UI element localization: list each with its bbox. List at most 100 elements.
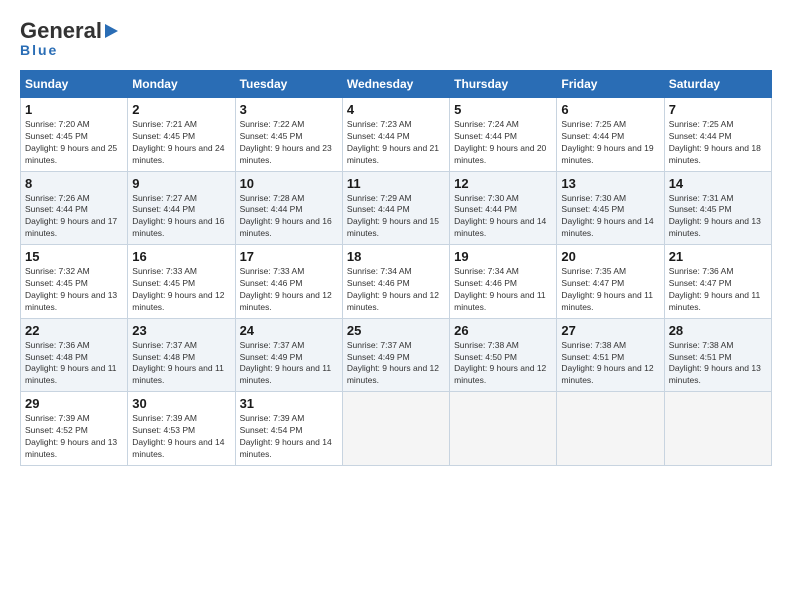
sunset-label: Sunset: 4:48 PM <box>132 352 195 362</box>
day-info: Sunrise: 7:36 AM Sunset: 4:47 PM Dayligh… <box>669 266 767 314</box>
day-number: 24 <box>240 323 338 338</box>
sunset-label: Sunset: 4:44 PM <box>454 204 517 214</box>
day-number: 18 <box>347 249 445 264</box>
daylight-label: Daylight: 9 hours and 13 minutes. <box>25 437 117 459</box>
sunrise-label: Sunrise: 7:33 AM <box>240 266 305 276</box>
day-info: Sunrise: 7:22 AM Sunset: 4:45 PM Dayligh… <box>240 119 338 167</box>
sunrise-label: Sunrise: 7:20 AM <box>25 119 90 129</box>
sunrise-label: Sunrise: 7:21 AM <box>132 119 197 129</box>
daylight-label: Daylight: 9 hours and 24 minutes. <box>132 143 224 165</box>
day-number: 6 <box>561 102 659 117</box>
day-cell: 7 Sunrise: 7:25 AM Sunset: 4:44 PM Dayli… <box>664 98 771 172</box>
day-cell: 19 Sunrise: 7:34 AM Sunset: 4:46 PM Dayl… <box>450 245 557 319</box>
col-header-tuesday: Tuesday <box>235 71 342 98</box>
day-info: Sunrise: 7:34 AM Sunset: 4:46 PM Dayligh… <box>454 266 552 314</box>
sunset-label: Sunset: 4:44 PM <box>132 204 195 214</box>
day-number: 13 <box>561 176 659 191</box>
day-number: 19 <box>454 249 552 264</box>
calendar-table: SundayMondayTuesdayWednesdayThursdayFrid… <box>20 70 772 466</box>
logo-blue: Blue <box>20 42 58 58</box>
sunrise-label: Sunrise: 7:24 AM <box>454 119 519 129</box>
daylight-label: Daylight: 9 hours and 14 minutes. <box>561 216 653 238</box>
col-header-monday: Monday <box>128 71 235 98</box>
day-number: 20 <box>561 249 659 264</box>
day-cell: 18 Sunrise: 7:34 AM Sunset: 4:46 PM Dayl… <box>342 245 449 319</box>
day-number: 7 <box>669 102 767 117</box>
sunrise-label: Sunrise: 7:23 AM <box>347 119 412 129</box>
day-cell: 5 Sunrise: 7:24 AM Sunset: 4:44 PM Dayli… <box>450 98 557 172</box>
week-row-1: 1 Sunrise: 7:20 AM Sunset: 4:45 PM Dayli… <box>21 98 772 172</box>
day-cell <box>450 392 557 466</box>
day-number: 21 <box>669 249 767 264</box>
day-cell: 26 Sunrise: 7:38 AM Sunset: 4:50 PM Dayl… <box>450 318 557 392</box>
day-number: 11 <box>347 176 445 191</box>
day-cell: 15 Sunrise: 7:32 AM Sunset: 4:45 PM Dayl… <box>21 245 128 319</box>
sunrise-label: Sunrise: 7:25 AM <box>561 119 626 129</box>
day-info: Sunrise: 7:39 AM Sunset: 4:54 PM Dayligh… <box>240 413 338 461</box>
sunset-label: Sunset: 4:44 PM <box>669 131 732 141</box>
col-header-friday: Friday <box>557 71 664 98</box>
sunset-label: Sunset: 4:49 PM <box>347 352 410 362</box>
daylight-label: Daylight: 9 hours and 18 minutes. <box>669 143 761 165</box>
daylight-label: Daylight: 9 hours and 23 minutes. <box>240 143 332 165</box>
day-cell <box>557 392 664 466</box>
day-number: 22 <box>25 323 123 338</box>
day-number: 17 <box>240 249 338 264</box>
sunset-label: Sunset: 4:44 PM <box>561 131 624 141</box>
sunrise-label: Sunrise: 7:36 AM <box>25 340 90 350</box>
sunset-label: Sunset: 4:46 PM <box>347 278 410 288</box>
sunset-label: Sunset: 4:45 PM <box>25 278 88 288</box>
daylight-label: Daylight: 9 hours and 25 minutes. <box>25 143 117 165</box>
day-cell: 13 Sunrise: 7:30 AM Sunset: 4:45 PM Dayl… <box>557 171 664 245</box>
day-info: Sunrise: 7:25 AM Sunset: 4:44 PM Dayligh… <box>669 119 767 167</box>
daylight-label: Daylight: 9 hours and 11 minutes. <box>132 363 224 385</box>
day-number: 1 <box>25 102 123 117</box>
day-cell: 16 Sunrise: 7:33 AM Sunset: 4:45 PM Dayl… <box>128 245 235 319</box>
day-info: Sunrise: 7:33 AM Sunset: 4:46 PM Dayligh… <box>240 266 338 314</box>
day-info: Sunrise: 7:33 AM Sunset: 4:45 PM Dayligh… <box>132 266 230 314</box>
day-info: Sunrise: 7:37 AM Sunset: 4:48 PM Dayligh… <box>132 340 230 388</box>
daylight-label: Daylight: 9 hours and 11 minutes. <box>454 290 546 312</box>
day-cell: 11 Sunrise: 7:29 AM Sunset: 4:44 PM Dayl… <box>342 171 449 245</box>
daylight-label: Daylight: 9 hours and 11 minutes. <box>561 290 653 312</box>
day-cell: 31 Sunrise: 7:39 AM Sunset: 4:54 PM Dayl… <box>235 392 342 466</box>
daylight-label: Daylight: 9 hours and 16 minutes. <box>240 216 332 238</box>
day-cell: 22 Sunrise: 7:36 AM Sunset: 4:48 PM Dayl… <box>21 318 128 392</box>
daylight-label: Daylight: 9 hours and 12 minutes. <box>132 290 224 312</box>
daylight-label: Daylight: 9 hours and 12 minutes. <box>561 363 653 385</box>
sunset-label: Sunset: 4:47 PM <box>561 278 624 288</box>
day-number: 23 <box>132 323 230 338</box>
week-row-2: 8 Sunrise: 7:26 AM Sunset: 4:44 PM Dayli… <box>21 171 772 245</box>
day-info: Sunrise: 7:31 AM Sunset: 4:45 PM Dayligh… <box>669 193 767 241</box>
sunrise-label: Sunrise: 7:39 AM <box>132 413 197 423</box>
sunset-label: Sunset: 4:54 PM <box>240 425 303 435</box>
col-header-wednesday: Wednesday <box>342 71 449 98</box>
day-number: 8 <box>25 176 123 191</box>
sunset-label: Sunset: 4:53 PM <box>132 425 195 435</box>
week-row-4: 22 Sunrise: 7:36 AM Sunset: 4:48 PM Dayl… <box>21 318 772 392</box>
sunset-label: Sunset: 4:44 PM <box>347 131 410 141</box>
day-cell: 23 Sunrise: 7:37 AM Sunset: 4:48 PM Dayl… <box>128 318 235 392</box>
day-info: Sunrise: 7:39 AM Sunset: 4:52 PM Dayligh… <box>25 413 123 461</box>
sunrise-label: Sunrise: 7:38 AM <box>561 340 626 350</box>
sunset-label: Sunset: 4:46 PM <box>240 278 303 288</box>
day-info: Sunrise: 7:39 AM Sunset: 4:53 PM Dayligh… <box>132 413 230 461</box>
day-cell: 27 Sunrise: 7:38 AM Sunset: 4:51 PM Dayl… <box>557 318 664 392</box>
daylight-label: Daylight: 9 hours and 14 minutes. <box>454 216 546 238</box>
daylight-label: Daylight: 9 hours and 14 minutes. <box>240 437 332 459</box>
daylight-label: Daylight: 9 hours and 13 minutes. <box>669 216 761 238</box>
logo: General Blue <box>20 18 118 58</box>
sunrise-label: Sunrise: 7:31 AM <box>669 193 734 203</box>
daylight-label: Daylight: 9 hours and 21 minutes. <box>347 143 439 165</box>
day-cell: 14 Sunrise: 7:31 AM Sunset: 4:45 PM Dayl… <box>664 171 771 245</box>
week-row-5: 29 Sunrise: 7:39 AM Sunset: 4:52 PM Dayl… <box>21 392 772 466</box>
col-header-sunday: Sunday <box>21 71 128 98</box>
logo-general: General <box>20 18 102 44</box>
day-info: Sunrise: 7:37 AM Sunset: 4:49 PM Dayligh… <box>240 340 338 388</box>
day-number: 5 <box>454 102 552 117</box>
daylight-label: Daylight: 9 hours and 11 minutes. <box>669 290 761 312</box>
sunset-label: Sunset: 4:44 PM <box>25 204 88 214</box>
sunset-label: Sunset: 4:48 PM <box>25 352 88 362</box>
day-info: Sunrise: 7:32 AM Sunset: 4:45 PM Dayligh… <box>25 266 123 314</box>
day-cell: 12 Sunrise: 7:30 AM Sunset: 4:44 PM Dayl… <box>450 171 557 245</box>
